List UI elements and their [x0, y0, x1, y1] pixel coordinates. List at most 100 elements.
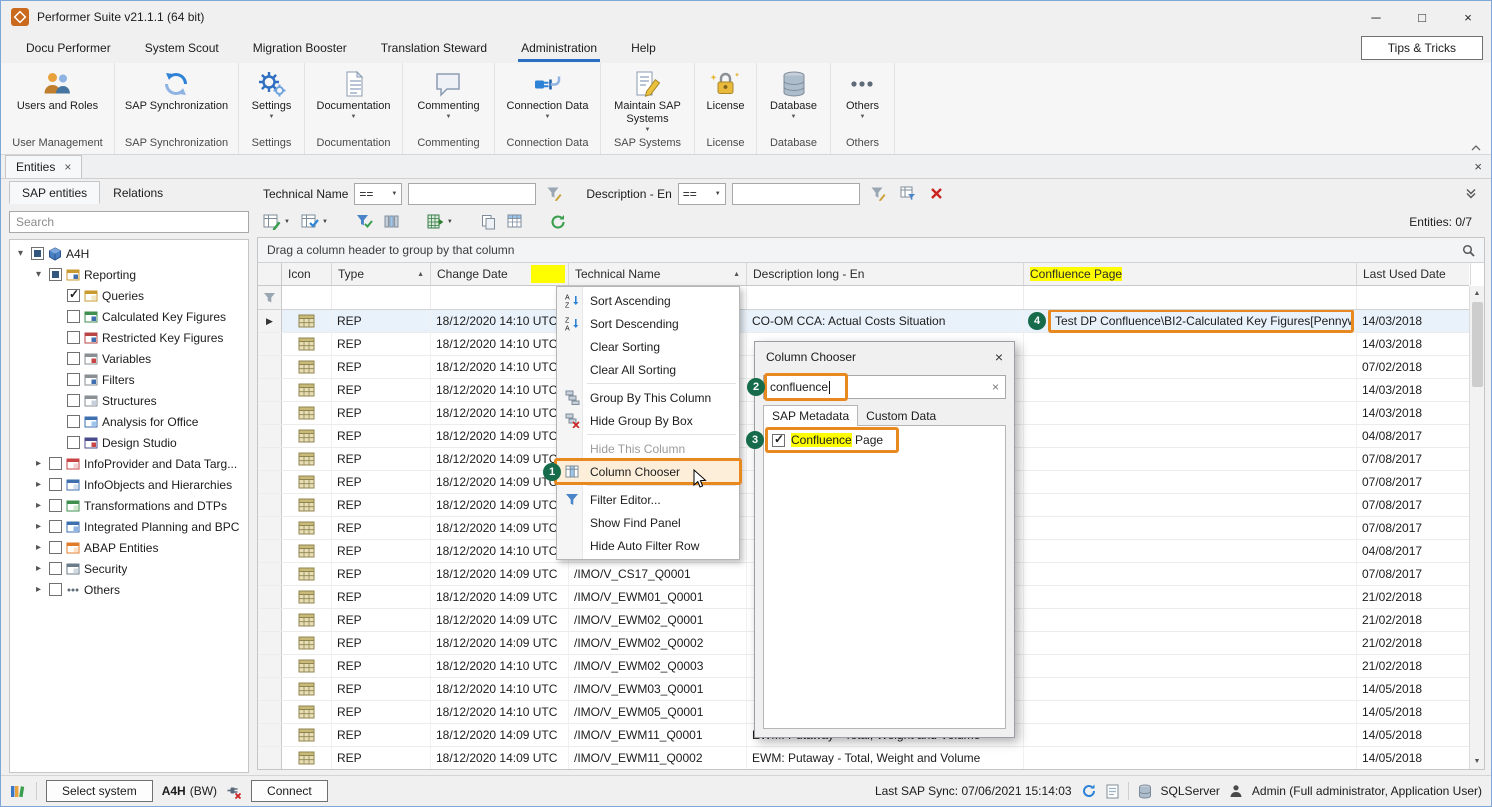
tab-close-icon[interactable]: ×	[64, 160, 71, 174]
others-button[interactable]: Others▼	[842, 68, 883, 121]
tree-expander-icon[interactable]: ▾	[14, 248, 27, 259]
settings-button[interactable]: Settings▼	[248, 68, 296, 121]
documentation-button[interactable]: Documentation▼	[313, 68, 395, 121]
menu-item-group-by-this-column[interactable]: Group By This Column	[557, 386, 739, 409]
tree-checkbox[interactable]	[67, 436, 80, 449]
tab-sap-metadata[interactable]: SAP Metadata	[763, 405, 858, 426]
menu-system-scout[interactable]: System Scout	[128, 33, 236, 63]
technical-name-operator-select[interactable]: ==▼	[354, 183, 402, 205]
menu-item-sort-ascending[interactable]: AZSort Ascending	[557, 289, 739, 312]
tree-item-analysis-for-office[interactable]: Analysis for Office	[10, 411, 248, 432]
copy-button[interactable]	[478, 210, 499, 234]
column-header-last-used-date[interactable]: Last Used Date	[1357, 263, 1471, 285]
tree-expander-icon[interactable]: ▸	[32, 521, 45, 532]
column-list-item-confluence-page[interactable]: Confluence Page3	[766, 429, 1003, 451]
scrollbar-thumb[interactable]	[1472, 302, 1483, 387]
tree-item-abap-entities[interactable]: ▸ABAP Entities	[10, 537, 248, 558]
users-and-roles-button[interactable]: Users and Roles	[13, 68, 102, 114]
tree-checkbox[interactable]	[49, 457, 62, 470]
apply-filter-button[interactable]	[353, 210, 376, 234]
grid-row[interactable]: ▶REP18/12/2020 14:10 UTCCO-OM CCA: Actua…	[258, 310, 1469, 333]
license-button[interactable]: License	[703, 68, 749, 114]
tree-item-others[interactable]: ▸Others	[10, 579, 248, 600]
menu-administration[interactable]: Administration	[504, 33, 614, 63]
tabs-area-close-icon[interactable]: ×	[1474, 159, 1482, 174]
tab-custom-data[interactable]: Custom Data	[858, 405, 944, 426]
menu-item-column-chooser[interactable]: Column Chooser1	[557, 460, 739, 483]
menu-migration-booster[interactable]: Migration Booster	[236, 33, 364, 63]
tree-checkbox[interactable]	[67, 331, 80, 344]
tree-checkbox[interactable]	[67, 373, 80, 386]
minimize-button[interactable]: ─	[1353, 1, 1399, 33]
tree-item-structures[interactable]: Structures	[10, 390, 248, 411]
tree-item-infoprovider-and-data-targ-[interactable]: ▸InfoProvider and Data Targ...	[10, 453, 248, 474]
tree-item-variables[interactable]: Variables	[10, 348, 248, 369]
sync-status-icon[interactable]	[1081, 783, 1097, 799]
close-button[interactable]: ×	[1445, 1, 1491, 33]
menu-help[interactable]: Help	[614, 33, 673, 63]
selection-button[interactable]: ▼	[298, 210, 331, 234]
vertical-scrollbar[interactable]: ▲ ▼	[1469, 286, 1484, 769]
menu-item-show-find-panel[interactable]: Show Find Panel	[557, 511, 739, 534]
column-header-change-date[interactable]: Change Date	[431, 263, 569, 285]
tree-item-restricted-key-figures[interactable]: Restricted Key Figures	[10, 327, 248, 348]
maximize-button[interactable]: □	[1399, 1, 1445, 33]
filter-cell-type[interactable]	[332, 286, 431, 309]
tree-expander-icon[interactable]: ▾	[32, 269, 45, 280]
tree-expander-icon[interactable]: ▸	[32, 563, 45, 574]
tree-checkbox[interactable]	[49, 268, 62, 281]
filter-expand-icon[interactable]	[1460, 182, 1482, 204]
tree-item-transformations-and-dtps[interactable]: ▸Transformations and DTPs	[10, 495, 248, 516]
sap-synchronization-button[interactable]: SAP Synchronization	[121, 68, 232, 114]
dialog-titlebar[interactable]: Column Chooser ×	[755, 342, 1014, 371]
sidebar-search-input[interactable]	[9, 211, 249, 233]
tree-item-infoobjects-and-hierarchies[interactable]: ▸InfoObjects and Hierarchies	[10, 474, 248, 495]
clear-filter-button[interactable]	[926, 183, 947, 205]
description-operator-select[interactable]: ==▼	[678, 183, 726, 205]
library-icon[interactable]	[10, 783, 27, 799]
tree-checkbox[interactable]	[49, 562, 62, 575]
tree-expander-icon[interactable]: ▸	[32, 458, 45, 469]
tab-relations[interactable]: Relations	[100, 181, 176, 204]
search-clear-icon[interactable]: ×	[992, 380, 999, 394]
columns-button[interactable]	[381, 210, 402, 234]
description-filter-input[interactable]	[732, 183, 860, 205]
technical-name-filter-input[interactable]	[408, 183, 536, 205]
menu-item-clear-sorting[interactable]: Clear Sorting	[557, 335, 739, 358]
column-header-confluence-page[interactable]: Confluence Page	[1024, 263, 1357, 285]
view-settings-button[interactable]: ▼	[260, 210, 293, 234]
grid-row[interactable]: REP18/12/2020 14:09 UTC/IMO/V_EWM11_Q000…	[258, 747, 1469, 769]
dialog-close-icon[interactable]: ×	[995, 349, 1003, 365]
refresh-button[interactable]	[547, 210, 569, 234]
tree-checkbox[interactable]	[49, 499, 62, 512]
grid-search-icon[interactable]	[1462, 244, 1475, 257]
tree-checkbox[interactable]	[67, 289, 80, 302]
menu-item-clear-all-sorting[interactable]: Clear All Sorting	[557, 358, 739, 381]
column-header-description[interactable]: Description long - En	[747, 263, 1024, 285]
tree-checkbox[interactable]	[67, 415, 80, 428]
export-button[interactable]: ▼	[424, 210, 456, 234]
tree-item-filters[interactable]: Filters	[10, 369, 248, 390]
tree-item-reporting[interactable]: ▾Reporting	[10, 264, 248, 285]
tab-entities[interactable]: Entities ×	[5, 155, 82, 178]
column-checkbox[interactable]	[772, 434, 785, 447]
menu-item-sort-descending[interactable]: ZASort Descending	[557, 312, 739, 335]
commenting-button[interactable]: Commenting▼	[413, 68, 483, 121]
menu-item-hide-auto-filter-row[interactable]: Hide Auto Filter Row	[557, 534, 739, 557]
tips-and-tricks-button[interactable]: Tips & Tricks	[1361, 36, 1483, 60]
filter-cell-icon[interactable]	[282, 286, 332, 309]
connection-data-button[interactable]: Connection Data▼	[503, 68, 593, 121]
filter-cell-change-date[interactable]	[431, 286, 569, 309]
scroll-up-icon[interactable]: ▲	[1470, 286, 1484, 301]
filter-cell-description[interactable]	[747, 286, 1024, 309]
tree-checkbox[interactable]	[49, 541, 62, 554]
technical-name-filter-button[interactable]	[542, 183, 566, 205]
column-header-technical-name[interactable]: Technical Name▲	[569, 263, 747, 285]
tree-checkbox[interactable]	[67, 310, 80, 323]
tree-expander-icon[interactable]: ▸	[32, 584, 45, 595]
menu-item-filter-editor[interactable]: Filter Editor...	[557, 488, 739, 511]
menu-translation-steward[interactable]: Translation Steward	[364, 33, 504, 63]
description-filter-button[interactable]	[866, 183, 890, 205]
tree-item-a4h[interactable]: ▾A4H	[10, 243, 248, 264]
column-header-icon[interactable]: Icon	[282, 263, 332, 285]
